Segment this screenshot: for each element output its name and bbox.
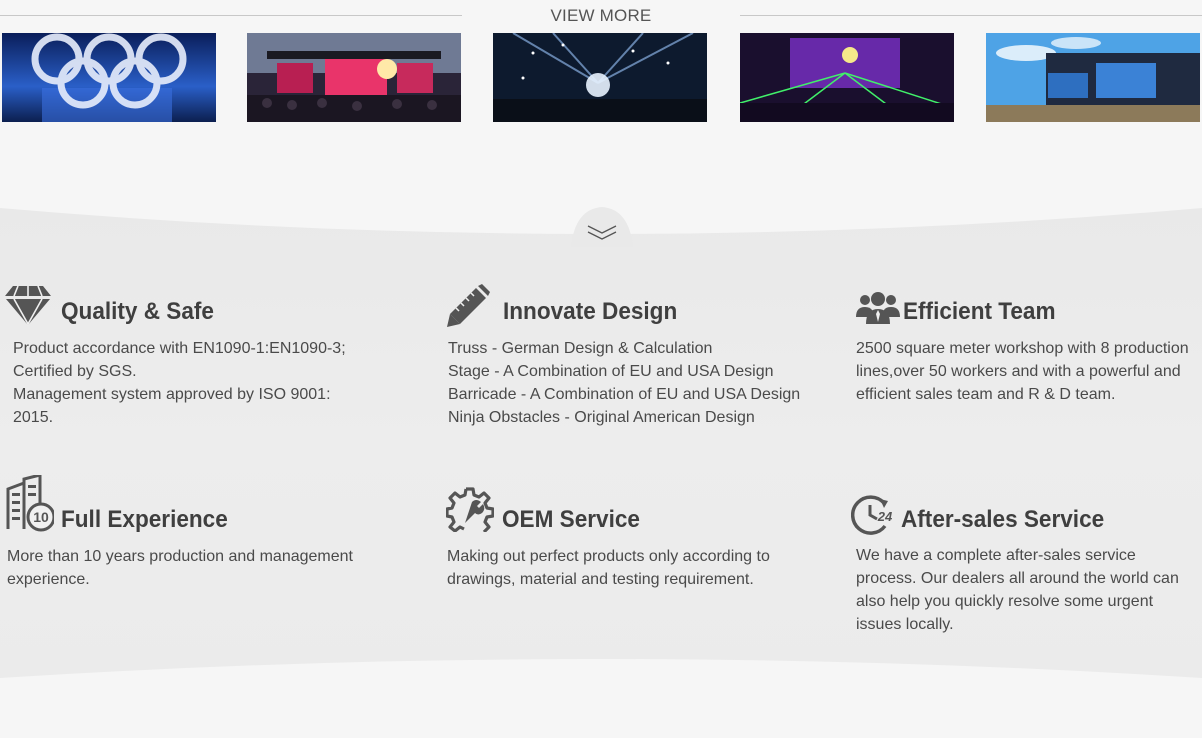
expand-toggle-button[interactable]: [571, 207, 633, 247]
feature-title: Quality & Safe: [61, 298, 214, 325]
feature-title: After-sales Service: [901, 506, 1105, 533]
diamond-icon: [5, 285, 51, 326]
view-more-link[interactable]: VIEW MORE: [462, 6, 740, 26]
divider-right: [740, 15, 1202, 16]
feature-title: Efficient Team: [903, 298, 1056, 325]
gallery-thumb-olympic-rings[interactable]: [2, 33, 216, 122]
divider-left: [0, 15, 462, 16]
gear-wrench-icon: [446, 487, 494, 532]
concert-lights-crowd-photo: [493, 33, 707, 122]
feature-description: Making out perfect products only accordi…: [447, 548, 770, 588]
gallery-thumb-outdoor-stage[interactable]: [986, 33, 1200, 122]
feature-description: More than 10 years production and manage…: [7, 548, 353, 588]
feature-description: Truss - German Design & Calculation Stag…: [448, 340, 801, 426]
olympic-rings-stage-photo: [2, 33, 216, 122]
feature-description: We have a complete after-sales service p…: [856, 547, 1179, 633]
feature-description: 2500 square meter workshop with 8 produc…: [856, 340, 1189, 403]
clock-24-icon: 24: [851, 495, 893, 535]
feature-title: Full Experience: [61, 506, 228, 533]
laser-show-stage-photo: [740, 33, 954, 122]
gallery-thumb-laser-show[interactable]: [740, 33, 954, 122]
festival-stage-screens-photo: [247, 33, 461, 122]
svg-text:24: 24: [877, 509, 893, 524]
pencil-ruler-icon: [447, 284, 490, 327]
gallery-thumb-concert-lights[interactable]: [493, 33, 707, 122]
feature-title: OEM Service: [502, 506, 640, 533]
team-people-icon: [856, 292, 900, 324]
feature-title: Innovate Design: [503, 298, 678, 325]
svg-text:10: 10: [33, 509, 49, 525]
building-10-years-icon: 10: [6, 475, 54, 532]
gallery-thumb-festival-stage[interactable]: [247, 33, 461, 122]
outdoor-stage-truss-photo: [986, 33, 1200, 122]
feature-description: Product accordance with EN1090-1:EN1090-…: [13, 340, 346, 426]
